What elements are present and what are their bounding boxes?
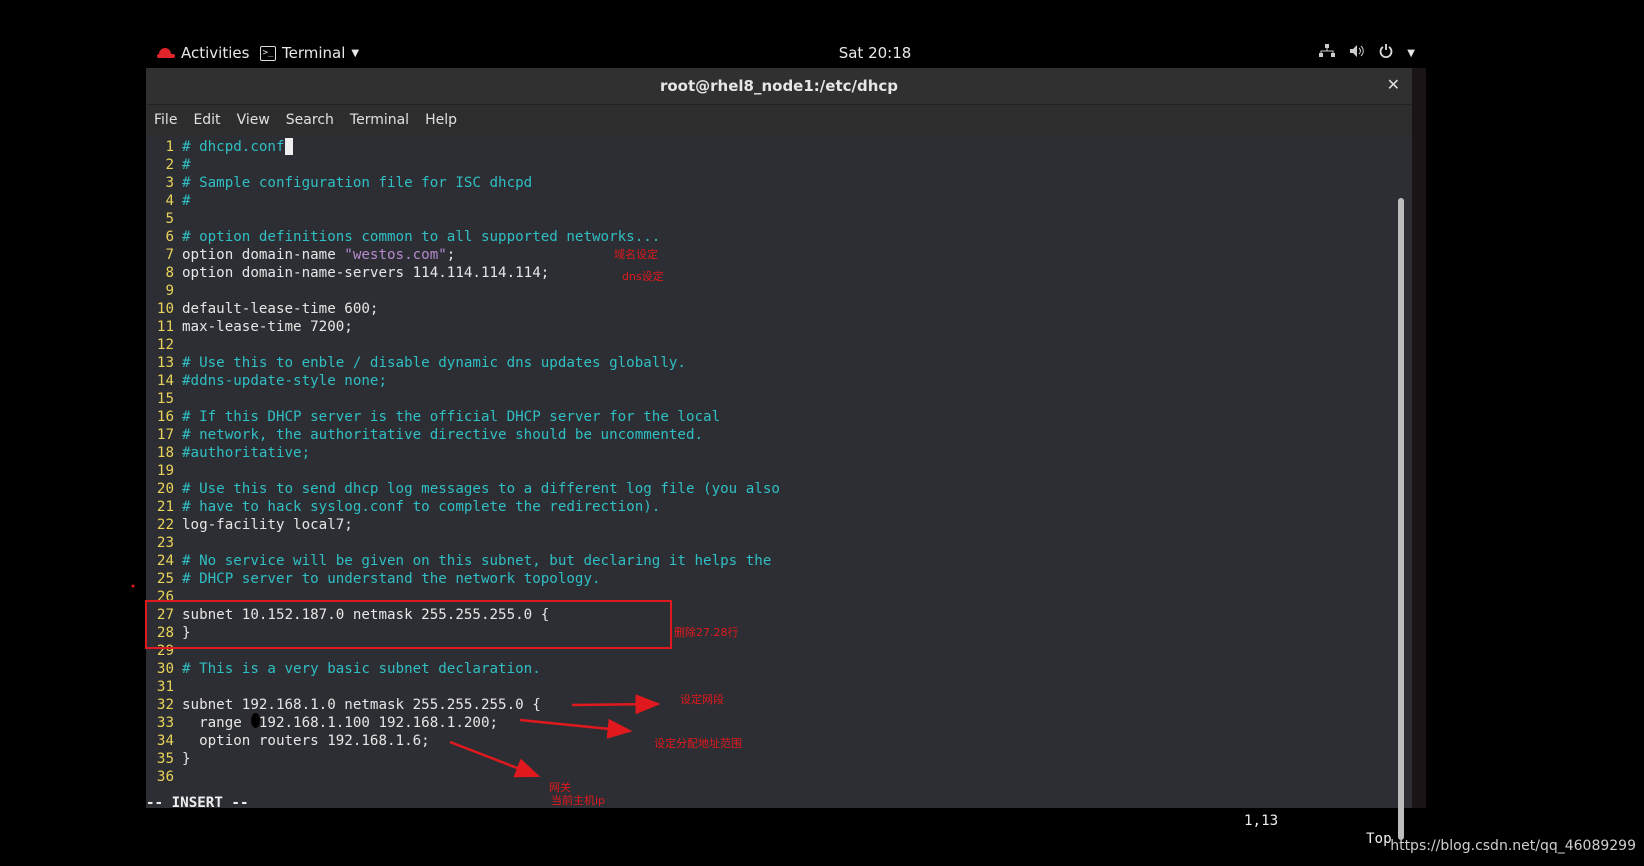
arrow-gateway xyxy=(449,740,541,778)
watermark: https://blog.csdn.net/qq_46089299 xyxy=(1390,838,1636,854)
arrow-subnet xyxy=(571,694,661,715)
red-dot xyxy=(131,584,135,588)
annotation-arrows xyxy=(131,584,661,778)
arrow-range xyxy=(519,718,633,739)
